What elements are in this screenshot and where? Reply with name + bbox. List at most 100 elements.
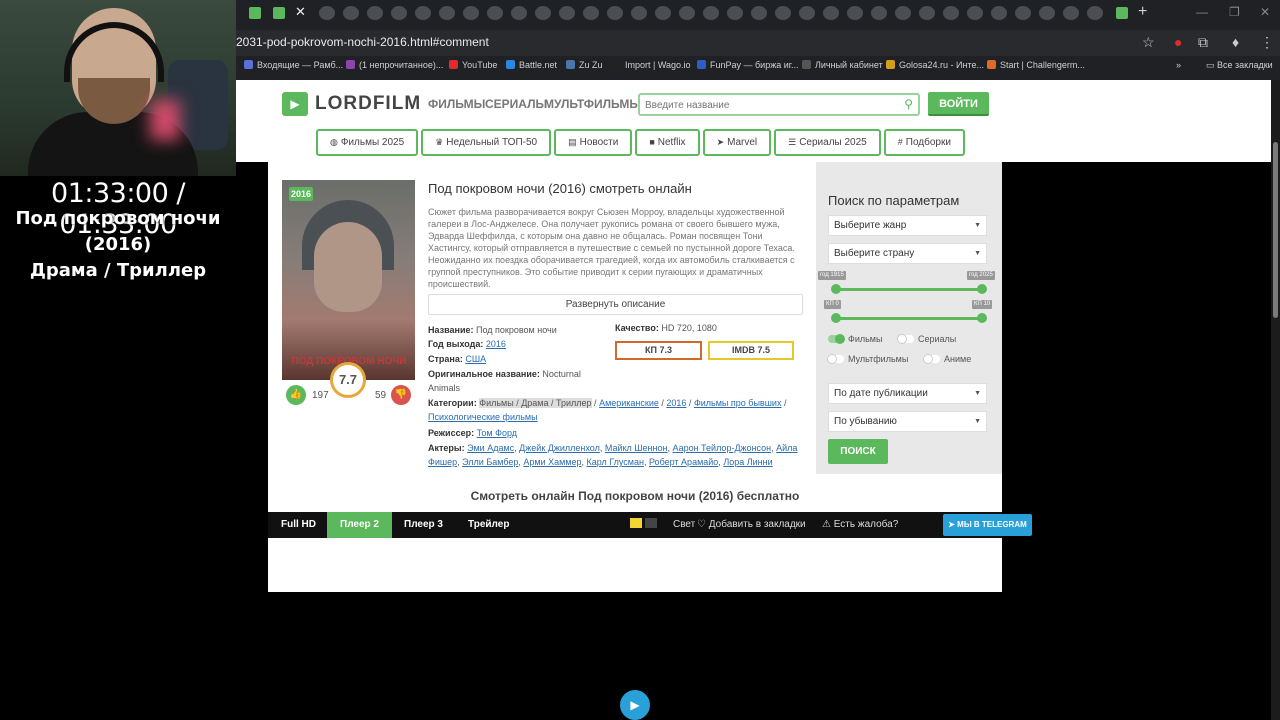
toggle-switch[interactable] xyxy=(923,354,940,364)
login-button[interactable]: ВОЙТИ xyxy=(928,92,989,116)
more-bookmarks-icon[interactable]: » xyxy=(1176,60,1181,70)
slider-handle[interactable] xyxy=(977,284,987,294)
tab-icon[interactable] xyxy=(559,6,575,20)
sort-select[interactable]: По дате публикации ▼ xyxy=(828,383,987,404)
tab-icon[interactable] xyxy=(919,6,935,20)
close-tab-icon[interactable]: ✕ xyxy=(295,4,306,20)
category-films-2025[interactable]: ◍ Фильмы 2025 xyxy=(316,129,419,156)
actor-link[interactable]: Элли Бамбер xyxy=(462,457,518,467)
tab-icon[interactable] xyxy=(751,6,767,20)
actor-link[interactable]: Арми Хаммер xyxy=(523,457,581,467)
kp-slider[interactable] xyxy=(831,313,987,323)
bookmark-item[interactable]: Входящие — Рамб... xyxy=(244,60,343,70)
tab-icon[interactable] xyxy=(1087,6,1103,20)
tab-icon[interactable] xyxy=(273,7,285,19)
tab-icon[interactable] xyxy=(249,7,261,19)
search-icon[interactable]: ⚲ xyxy=(904,97,913,111)
address-bar[interactable]: 2031-pod-pokrovom-nochi-2016.html#commen… xyxy=(236,30,1280,56)
tab-icon[interactable] xyxy=(703,6,719,20)
tab-icon[interactable] xyxy=(943,6,959,20)
tab-icon[interactable] xyxy=(343,6,359,20)
tab-icon[interactable] xyxy=(871,6,887,20)
nav-series[interactable]: СЕРИАЛЫ xyxy=(485,97,547,111)
tab-icon[interactable] xyxy=(799,6,815,20)
tab-icon[interactable] xyxy=(463,6,479,20)
nav-films[interactable]: ФИЛЬМЫ xyxy=(428,97,485,111)
bookmark-item[interactable]: (1 непрочитанное)... xyxy=(346,60,443,70)
new-tab-icon[interactable]: + xyxy=(1138,3,1147,21)
tab-icon[interactable] xyxy=(367,6,383,20)
tab-icon[interactable] xyxy=(967,6,983,20)
toggle-cartoons[interactable]: Мультфильмы xyxy=(827,354,908,364)
category-series-2025[interactable]: ☰ Сериалы 2025 xyxy=(774,129,881,156)
page-scrollbar[interactable] xyxy=(1271,80,1280,720)
tab-icon[interactable] xyxy=(631,6,647,20)
all-bookmarks[interactable]: ▭ Все закладки xyxy=(1206,60,1273,71)
category-link[interactable]: Психологические фильмы xyxy=(428,412,538,422)
extension-icon[interactable]: ● xyxy=(1174,34,1182,50)
category-link[interactable]: Фильмы про бывших xyxy=(694,398,782,408)
minimize-icon[interactable]: — xyxy=(1196,5,1208,19)
tab-icon[interactable] xyxy=(1116,7,1128,19)
toggle-switch[interactable] xyxy=(827,354,844,364)
thumbs-down-icon[interactable]: 👎 xyxy=(391,385,411,405)
tab-icon[interactable] xyxy=(823,6,839,20)
category-link[interactable]: Фильмы / Драма / Триллер xyxy=(479,398,592,408)
play-icon[interactable]: ▶ xyxy=(620,690,650,720)
player-tab-fullhd[interactable]: Full HD xyxy=(268,512,329,538)
close-window-icon[interactable]: ✕ xyxy=(1260,5,1270,19)
actor-link[interactable]: Джейк Джилленхол xyxy=(519,443,600,453)
actor-link[interactable]: Роберт Арамайо xyxy=(649,457,718,467)
slider-handle[interactable] xyxy=(831,284,841,294)
menu-icon[interactable]: ⋮ xyxy=(1260,34,1274,51)
tab-icon[interactable] xyxy=(607,6,623,20)
order-select[interactable]: По убыванию ▼ xyxy=(828,411,987,432)
country-link[interactable]: США xyxy=(465,354,486,364)
toggle-series[interactable]: Сериалы xyxy=(897,334,956,344)
tab-icon[interactable] xyxy=(487,6,503,20)
category-marvel[interactable]: ➤ Marvel xyxy=(702,129,772,156)
scrollbar-thumb[interactable] xyxy=(1273,142,1278,318)
director-link[interactable]: Том Форд xyxy=(477,428,517,438)
genre-select[interactable]: Выберите жанр ▼ xyxy=(828,215,987,236)
bookmark-item[interactable]: Import | Wago.io xyxy=(612,60,691,70)
url-text[interactable]: 2031-pod-pokrovom-nochi-2016.html#commen… xyxy=(236,35,489,49)
complaint[interactable]: ⚠ Есть жалоба? xyxy=(822,512,898,538)
player-tab-trailer[interactable]: Трейлер xyxy=(455,512,522,538)
slider-handle[interactable] xyxy=(977,313,987,323)
location-icon[interactable]: ♦ xyxy=(1232,34,1239,50)
light-toggle[interactable]: Свет xyxy=(630,512,695,538)
tab-icon[interactable] xyxy=(1063,6,1079,20)
actor-link[interactable]: Эми Адамс xyxy=(467,443,514,453)
tab-icon[interactable] xyxy=(1039,6,1055,20)
year-link[interactable]: 2016 xyxy=(486,339,506,349)
nav-cartoons[interactable]: МУЛЬТФИЛЬМЫ xyxy=(544,97,641,111)
telegram-button[interactable]: ➤ МЫ В TELEGRAM xyxy=(943,514,1032,536)
tab-icon[interactable] xyxy=(511,6,527,20)
tab-icon[interactable] xyxy=(415,6,431,20)
tab-icon[interactable] xyxy=(319,6,335,20)
bookmark-item[interactable]: FunPay — биржа иг... xyxy=(697,60,798,70)
tab-icon[interactable] xyxy=(583,6,599,20)
slider-handle[interactable] xyxy=(831,313,841,323)
category-netflix[interactable]: ■ Netflix xyxy=(635,129,700,156)
category-link[interactable]: Американские xyxy=(599,398,659,408)
bookmark-item[interactable]: Golosa24.ru - Инте... xyxy=(886,60,984,70)
add-bookmark[interactable]: ♡ Добавить в закладки xyxy=(697,512,806,538)
tab-icon[interactable] xyxy=(391,6,407,20)
expand-description-button[interactable]: Развернуть описание xyxy=(428,294,803,315)
tab-icon[interactable] xyxy=(991,6,1007,20)
category-news[interactable]: ▤ Новости xyxy=(554,129,633,156)
toggle-anime[interactable]: Аниме xyxy=(923,354,971,364)
puzzle-icon[interactable]: ⧉ xyxy=(1198,34,1208,51)
actor-link[interactable]: Аарон Тейлор-Джонсон xyxy=(672,443,771,453)
actor-link[interactable]: Лора Линни xyxy=(723,457,772,467)
tab-icon[interactable] xyxy=(727,6,743,20)
search-button[interactable]: ПОИСК xyxy=(828,439,888,464)
tab-icon[interactable] xyxy=(439,6,455,20)
toggle-switch[interactable] xyxy=(828,334,845,344)
thumbs-up-icon[interactable]: 👍 xyxy=(286,385,306,405)
toggle-films[interactable]: Фильмы xyxy=(828,334,882,344)
actor-link[interactable]: Майкл Шеннон xyxy=(605,443,668,453)
tab-icon[interactable] xyxy=(775,6,791,20)
